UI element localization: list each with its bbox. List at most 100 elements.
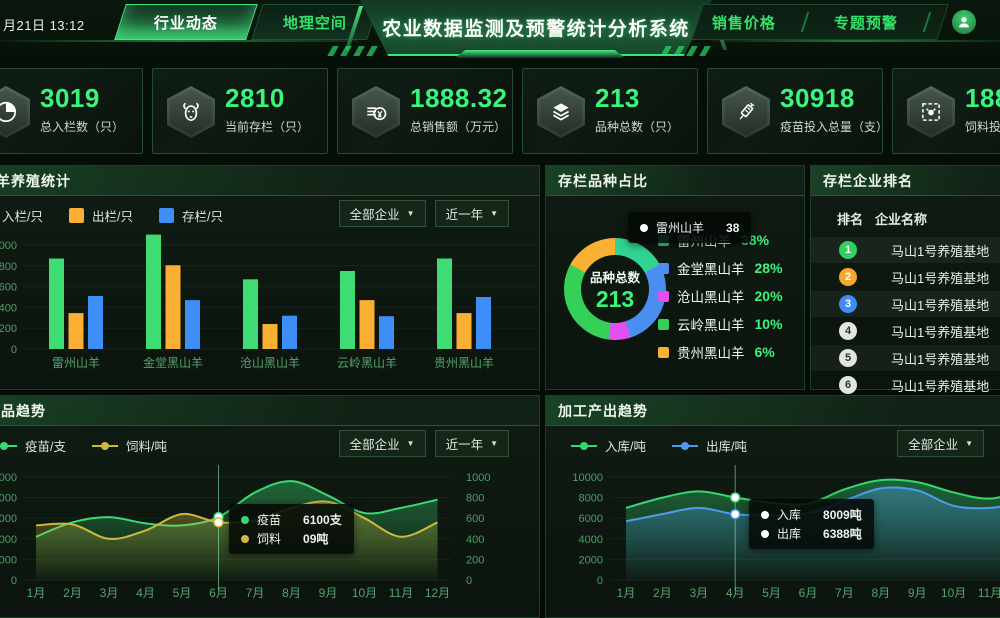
panel-header: 加工产出趋势 — [546, 396, 1000, 426]
enterprise-filter-dropdown[interactable]: 全部企业 ▼ — [897, 430, 984, 457]
rank-badge: 1 — [839, 241, 857, 259]
table-row[interactable]: 3 马山1号养殖基地 — [811, 291, 1000, 317]
svg-text:800: 800 — [466, 493, 484, 505]
column-rank: 排名 — [811, 209, 875, 228]
stat-label: 品种总数（只） — [595, 118, 705, 135]
legend-swatch — [658, 347, 669, 358]
stat-card-vaccine-total: 30918 疫苗投入总量（支） — [707, 68, 883, 154]
nav-underline-right — [712, 40, 1000, 42]
legend-item[interactable]: 出库/吨 — [672, 436, 747, 455]
panel-title: 加工产出趋势 — [546, 401, 648, 421]
panel-sheep-breeding: 羊养殖统计 入栏/只 出栏/只 存栏/只 全部企业 ▼ 近一年 ▼ 020040… — [0, 165, 540, 390]
svg-text:10月: 10月 — [941, 586, 966, 600]
panel-header: 羊养殖统计 — [0, 166, 539, 196]
chevron-down-icon: ▼ — [407, 209, 415, 218]
legend-item[interactable]: 出栏/只 — [69, 206, 133, 225]
table-row[interactable]: 2 马山1号养殖基地 — [811, 264, 1000, 290]
donut-center-label: 品种总数 — [590, 267, 640, 286]
legend-item[interactable]: 沧山黑山羊 20% — [658, 282, 783, 310]
legend-item[interactable]: 疫苗/支 — [0, 436, 66, 455]
dropdown-label: 近一年 — [446, 204, 484, 223]
svg-text:11月: 11月 — [389, 586, 413, 600]
timerange-filter-dropdown[interactable]: 近一年 ▼ — [435, 200, 509, 227]
user-avatar-icon[interactable] — [952, 10, 976, 34]
enterprise-filter-dropdown[interactable]: 全部企业 ▼ — [339, 430, 426, 457]
svg-text:8000: 8000 — [0, 493, 17, 505]
svg-text:贵州黑山羊: 贵州黑山羊 — [434, 355, 494, 370]
svg-text:0: 0 — [11, 344, 17, 356]
stat-value: 3019 — [40, 83, 150, 113]
trend2-legend: 入库/吨 出库/吨 — [571, 436, 747, 455]
enterprise-filter-dropdown[interactable]: 全部企业 ▼ — [339, 200, 426, 227]
svg-text:4000: 4000 — [0, 534, 17, 546]
chevron-down-icon: ▼ — [490, 439, 498, 448]
stat-card-breed-count: 213 品种总数（只） — [522, 68, 698, 154]
tab-industry-news[interactable]: 行业动态 — [114, 4, 258, 40]
svg-text:5月: 5月 — [173, 586, 192, 600]
stat-label: 疫苗投入总量（支） — [780, 118, 890, 135]
svg-text:2000: 2000 — [579, 554, 603, 566]
legend-label: 存栏/只 — [182, 206, 223, 225]
bar-chart[interactable]: 02004006008001000雷州山羊金堂黑山羊沧山黑山羊云岭黑山羊贵州黑山… — [0, 215, 541, 387]
feed-bag-icon — [907, 86, 955, 138]
legend-item[interactable]: 金堂黑山羊 28% — [658, 254, 783, 282]
tab-label: 地理空间 — [283, 12, 347, 33]
rank-badge: 5 — [839, 349, 857, 367]
dashboard: 月21日 13:12 行业动态 地理空间 农业数据监测及预警统计分析系统 销售价… — [0, 0, 1000, 618]
panel-header: 存栏品种占比 — [546, 166, 804, 196]
donut-tooltip: 雷州山羊 38 — [628, 212, 751, 243]
donut-center-value: 213 — [596, 287, 634, 311]
svg-text:8000: 8000 — [579, 493, 603, 505]
donut-chart[interactable]: 品种总数 213 — [564, 238, 666, 340]
legend-item[interactable]: 入栏/只 — [0, 206, 43, 225]
svg-text:12月: 12月 — [425, 586, 450, 600]
legend-swatch — [69, 208, 84, 223]
legend-item[interactable]: 饲料/吨 — [92, 436, 167, 455]
legend-line-marker — [672, 445, 698, 447]
coins-icon — [352, 86, 400, 138]
trend1-tooltip: 疫苗 6100支 饲料 09吨 — [229, 504, 354, 554]
table-row[interactable]: 4 马山1号养殖基地 — [811, 318, 1000, 344]
tab-sales-price[interactable]: 销售价格 — [712, 12, 776, 33]
layers-icon — [537, 86, 585, 138]
svg-text:6000: 6000 — [0, 513, 17, 525]
legend-item[interactable]: 贵州黑山羊 6% — [658, 338, 783, 366]
tab-topic-warning[interactable]: 专题预警 — [834, 12, 898, 33]
stat-value: 213 — [595, 83, 705, 113]
stat-label: 当前存栏（只） — [225, 118, 335, 135]
legend-item[interactable]: 入库/吨 — [571, 436, 646, 455]
legend-swatch — [658, 263, 669, 274]
chevron-down-icon: ▼ — [490, 209, 498, 218]
svg-text:8月: 8月 — [282, 586, 301, 600]
legend-item[interactable]: 云岭黑山羊 10% — [658, 310, 783, 338]
syringe-icon — [722, 86, 770, 138]
svg-text:4月: 4月 — [136, 586, 155, 600]
stat-label: 总入栏数（只） — [40, 118, 150, 135]
pie-chart-icon — [0, 86, 30, 138]
legend-line-marker — [92, 445, 118, 447]
panel-title: 品趋势 — [0, 401, 46, 421]
svg-text:9月: 9月 — [908, 586, 927, 600]
stat-card-feed-total: 1888 饲料投入总量 — [892, 68, 1000, 154]
legend-item[interactable]: 存栏/只 — [159, 206, 223, 225]
svg-text:1000: 1000 — [466, 472, 490, 484]
svg-text:400: 400 — [466, 534, 484, 546]
rank-badge: 6 — [839, 376, 857, 394]
filter-row: 全部企业 ▼ 近一年 ▼ — [339, 200, 509, 227]
timerange-filter-dropdown[interactable]: 近一年 ▼ — [435, 430, 509, 457]
stat-card-total-sales: 1888.32 总销售额（万元） — [337, 68, 513, 154]
table-row[interactable]: 5 马山1号养殖基地 — [811, 345, 1000, 371]
svg-text:雷州山羊: 雷州山羊 — [52, 355, 100, 370]
table-row[interactable]: 1 马山1号养殖基地 — [811, 237, 1000, 263]
stat-value: 30918 — [780, 83, 890, 113]
app-title: 农业数据监测及预警统计分析系统 — [360, 0, 712, 56]
svg-text:0: 0 — [11, 575, 17, 587]
bar-legend: 入栏/只 出栏/只 存栏/只 — [0, 206, 223, 225]
svg-text:6000: 6000 — [579, 513, 603, 525]
hazard-stripes-left — [327, 46, 383, 56]
svg-text:3月: 3月 — [689, 586, 708, 600]
svg-text:7月: 7月 — [835, 586, 854, 600]
trend2-tooltip: 入库 8009吨 出库 6388吨 — [749, 499, 874, 549]
svg-text:1月: 1月 — [27, 586, 46, 600]
legend-swatch — [658, 291, 669, 302]
